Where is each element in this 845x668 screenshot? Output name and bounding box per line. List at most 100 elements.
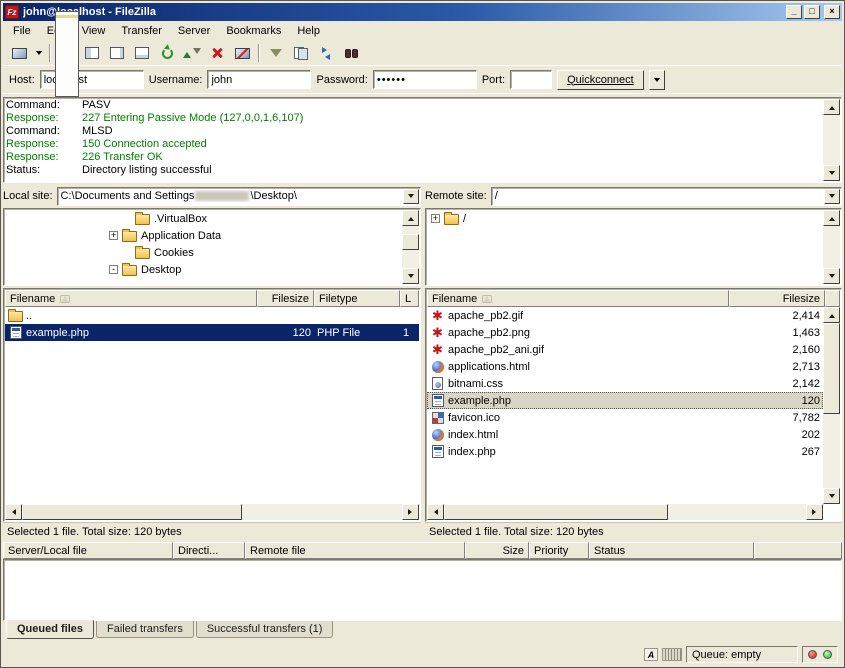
username-input[interactable] [207, 70, 311, 89]
file-row-selected[interactable]: example.php120 [427, 392, 823, 409]
scroll-track[interactable] [402, 226, 419, 268]
file-row-parent-dir[interactable]: .. [5, 307, 419, 324]
tab-queued-files[interactable]: Queued files [6, 620, 94, 639]
log-vertical-scrollbar[interactable] [823, 99, 840, 181]
local-site-dropdown-button[interactable] [403, 189, 419, 204]
scroll-up-button[interactable] [402, 210, 419, 226]
column-header-server-local-file[interactable]: Server/Local file [3, 542, 173, 559]
menu-view[interactable]: View [74, 22, 114, 40]
remote-tree-scrollbar[interactable] [823, 210, 840, 284]
tree-item[interactable]: Cookies [5, 244, 402, 261]
file-row[interactable]: applications.html2,713 [427, 358, 823, 375]
scroll-right-button[interactable] [402, 504, 419, 520]
site-manager-button[interactable] [7, 42, 31, 64]
tab-failed-transfers[interactable]: Failed transfers [96, 621, 194, 638]
column-header-filesize[interactable]: Filesize [729, 290, 825, 307]
disconnect-button[interactable] [230, 42, 254, 64]
column-header-direction[interactable]: Directi... [173, 542, 245, 559]
password-input[interactable] [373, 70, 477, 89]
tree-item[interactable]: -Desktop [5, 261, 402, 278]
column-header-status[interactable]: Status [589, 542, 754, 559]
sort-ascending-icon [61, 296, 69, 302]
local-tree-scrollbar[interactable] [402, 210, 419, 284]
remote-vertical-scrollbar[interactable] [823, 307, 840, 504]
toggle-remote-tree-button[interactable] [105, 42, 129, 64]
remote-status: Selected 1 file. Total size: 120 bytes [425, 522, 842, 540]
refresh-button[interactable] [155, 42, 179, 64]
file-row[interactable]: favicon.ico7,782 [427, 409, 823, 426]
port-input[interactable] [510, 70, 552, 89]
menu-server[interactable]: Server [170, 22, 218, 40]
site-manager-dropdown-button[interactable] [32, 42, 45, 64]
scroll-track[interactable] [22, 504, 402, 520]
column-header-filetype[interactable]: Filetype [314, 290, 400, 307]
remote-site-dropdown-button[interactable] [824, 189, 840, 204]
remote-directory-tree[interactable]: +/ [425, 208, 842, 286]
process-queue-button[interactable] [180, 42, 204, 64]
file-row[interactable]: apache_pb2.gif2,414 [427, 307, 823, 324]
directory-compare-button[interactable] [289, 42, 313, 64]
quickconnect-dropdown-button[interactable] [649, 70, 665, 90]
queue-list[interactable] [3, 559, 842, 621]
scroll-up-button[interactable] [823, 99, 840, 115]
collapse-icon[interactable]: - [109, 265, 118, 274]
quickconnect-button[interactable]: Quickconnect [557, 70, 644, 90]
local-file-list[interactable]: Filename Filesize Filetype L .. example.… [3, 288, 421, 522]
cancel-button[interactable] [205, 42, 229, 64]
menu-bookmarks[interactable]: Bookmarks [218, 22, 289, 40]
remote-horizontal-scrollbar[interactable] [427, 504, 823, 520]
scroll-left-button[interactable] [427, 504, 444, 520]
scroll-down-button[interactable] [823, 268, 840, 284]
tab-successful-transfers[interactable]: Successful transfers (1) [196, 621, 334, 638]
tree-item[interactable]: +Application Data [5, 227, 402, 244]
scroll-right-button[interactable] [806, 504, 823, 520]
column-header-priority[interactable]: Priority [529, 542, 589, 559]
scroll-track[interactable] [823, 115, 840, 165]
message-log[interactable]: Command:PASV Response:227 Entering Passi… [3, 97, 842, 183]
tree-item[interactable]: .VirtualBox [5, 210, 402, 227]
scroll-track[interactable] [823, 226, 840, 268]
menu-transfer[interactable]: Transfer [113, 22, 170, 40]
toggle-queue-button[interactable] [130, 42, 154, 64]
close-button[interactable]: × [824, 5, 840, 19]
scroll-up-button[interactable] [823, 307, 840, 323]
synchronized-browsing-button[interactable] [314, 42, 338, 64]
filter-button[interactable] [264, 42, 288, 64]
toggle-message-log-button[interactable] [55, 42, 79, 64]
remote-file-list[interactable]: Filename Filesize apache_pb2.gif2,414 ap… [425, 288, 842, 522]
file-row[interactable]: index.php267 [427, 443, 823, 460]
scroll-down-button[interactable] [823, 488, 840, 504]
menu-help[interactable]: Help [289, 22, 328, 40]
column-header-size[interactable]: Size [465, 542, 529, 559]
find-files-button[interactable] [339, 42, 363, 64]
column-header-remote-file[interactable]: Remote file [245, 542, 465, 559]
remote-site-combobox[interactable]: / [491, 187, 842, 206]
file-row[interactable]: index.html202 [427, 426, 823, 443]
toggle-local-tree-button[interactable] [80, 42, 104, 64]
menu-file[interactable]: File [5, 22, 39, 40]
local-horizontal-scrollbar[interactable] [5, 504, 419, 520]
file-row[interactable]: bitnami.css2,142 [427, 375, 823, 392]
scroll-track[interactable] [444, 504, 806, 520]
column-header-filesize[interactable]: Filesize [257, 290, 314, 307]
column-header-last-modified[interactable]: L [400, 290, 419, 307]
tree-item[interactable]: +/ [427, 210, 823, 227]
scroll-down-button[interactable] [823, 165, 840, 181]
local-directory-tree[interactable]: .VirtualBox +Application Data Cookies -D… [3, 208, 421, 286]
image-file-icon [430, 326, 445, 340]
scroll-up-button[interactable] [823, 210, 840, 226]
scroll-down-button[interactable] [402, 268, 419, 284]
expand-icon[interactable]: + [431, 214, 440, 223]
column-header-filename[interactable]: Filename [5, 290, 257, 307]
local-site-combobox[interactable]: C:\Documents and Settings\Desktop\ [57, 187, 421, 206]
file-row[interactable]: apache_pb2.png1,463 [427, 324, 823, 341]
column-header-filename[interactable]: Filename [427, 290, 729, 307]
maximize-button[interactable]: □ [804, 5, 820, 19]
file-row-selected[interactable]: example.php 120 PHP File 1 [5, 324, 419, 341]
title-bar[interactable]: john@localhost - FileZilla _ □ × [3, 3, 842, 21]
scroll-track[interactable] [823, 323, 840, 488]
expand-icon[interactable]: + [109, 231, 118, 240]
scroll-left-button[interactable] [5, 504, 22, 520]
minimize-button[interactable]: _ [786, 5, 802, 19]
file-row[interactable]: apache_pb2_ani.gif2,160 [427, 341, 823, 358]
